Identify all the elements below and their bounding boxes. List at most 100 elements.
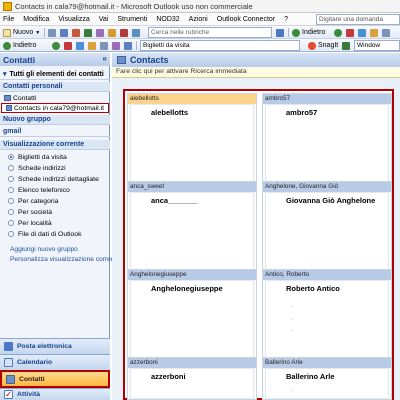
card-name: Roberto Antico xyxy=(286,284,340,293)
help-icon[interactable] xyxy=(276,29,284,37)
address-book-icon[interactable] xyxy=(132,29,140,37)
nav-button-mail[interactable]: Posta elettronica xyxy=(0,338,110,354)
mail-icon[interactable] xyxy=(96,29,104,37)
card-header[interactable]: Antico, Roberto xyxy=(263,270,391,280)
snagit-button[interactable]: SnagIt xyxy=(308,40,338,51)
view-option-by-category[interactable]: Per categoria xyxy=(8,196,58,206)
forward-arrow-icon[interactable] xyxy=(334,29,342,37)
instant-search-bar[interactable]: Fare clic qui per attivare Ricerca immed… xyxy=(112,67,400,78)
card-header[interactable]: azzerboni xyxy=(128,358,256,368)
toolbar-separator xyxy=(136,41,137,50)
card-header[interactable]: Anghelonegiuseppe xyxy=(128,270,256,280)
nav-pane-header: Contatti « xyxy=(0,53,110,66)
section-personal-contacts[interactable]: Contatti personali xyxy=(0,82,110,92)
view-option-by-location[interactable]: Per località xyxy=(8,218,52,228)
back-button[interactable]: Indietro xyxy=(3,40,36,51)
customize-view-link[interactable]: Personalizza visualizzazione corrente xyxy=(10,256,120,263)
refresh-icon[interactable] xyxy=(76,42,84,50)
follow-up-icon[interactable] xyxy=(120,29,128,37)
add-new-group-link[interactable]: Aggiungi nuovo gruppo xyxy=(10,246,78,253)
new-group-item[interactable]: Nuovo gruppo xyxy=(0,115,110,125)
move-icon[interactable] xyxy=(60,29,68,37)
nav-button-calendar[interactable]: Calendario xyxy=(0,354,110,370)
delete-icon[interactable] xyxy=(72,29,80,37)
card-name: Anghelonegiuseppe xyxy=(151,284,223,293)
refresh-icon[interactable] xyxy=(358,29,366,37)
view-option-outlook-data-files[interactable]: File di dati di Outlook xyxy=(8,229,81,239)
view-option-business-cards[interactable]: Biglietti da visita xyxy=(8,152,67,162)
menu-modifica[interactable]: Modifica xyxy=(23,16,49,23)
menu-file[interactable]: File xyxy=(3,16,14,23)
menu-bar: File Modifica Visualizza Vai Strumenti N… xyxy=(0,13,400,26)
web-toolbar: Indietro Biglietti da visita SnagIt Wind… xyxy=(0,39,400,52)
view-option-address-cards[interactable]: Schede indirizzi xyxy=(8,163,66,173)
card-header[interactable]: ambro57 xyxy=(263,94,391,104)
help-search-input[interactable]: Digitare una domanda xyxy=(316,14,400,25)
gmail-group[interactable]: gmail xyxy=(0,127,110,137)
card-header[interactable]: alebellotts xyxy=(128,94,256,104)
capture-icon[interactable] xyxy=(342,42,350,50)
stop-icon[interactable] xyxy=(346,29,354,37)
folder-contacts-hotmail[interactable]: Contacts in cala79@hotmail.it xyxy=(1,103,109,113)
folder-contatti[interactable]: Contatti xyxy=(0,93,110,103)
view-option-phone-list[interactable]: Elenco telefonico xyxy=(8,185,70,195)
history-icon[interactable] xyxy=(124,42,132,50)
standard-toolbar: Nuovo ▼ Cerca nelle rubriche Indietro xyxy=(0,26,400,39)
view-option-detailed-address-cards[interactable]: Schede indirizzi dettagliate xyxy=(8,174,99,184)
contact-card[interactable]: Anghelone, Giovanna Giò Giovanna Giò Ang… xyxy=(262,181,392,278)
menu-visualizza[interactable]: Visualizza xyxy=(58,16,89,23)
menu-outlook-connector[interactable]: Outlook Connector xyxy=(217,16,275,23)
menu-help[interactable]: ? xyxy=(284,16,288,23)
menu-azioni[interactable]: Azioni xyxy=(189,16,208,23)
card-name: anca_______ xyxy=(151,196,198,205)
nav-button-contacts[interactable]: Contatti xyxy=(0,370,110,388)
categorize-icon[interactable] xyxy=(108,29,116,37)
card-body: azzerboni xyxy=(130,368,254,399)
contacts-folder-icon xyxy=(117,56,126,64)
snagit-mode-combo[interactable]: Window xyxy=(354,40,400,51)
view-option-label: Elenco telefonico xyxy=(18,186,70,194)
cards-frame: alebellotts alebellotts ambro57 ambro57 … xyxy=(123,89,394,400)
nav-button-tasks[interactable]: ✓ Attività xyxy=(0,388,110,400)
menu-vai[interactable]: Vai xyxy=(99,16,109,23)
card-detail-dot: . xyxy=(291,316,293,322)
contact-card[interactable]: Anghelonegiuseppe Anghelonegiuseppe xyxy=(127,269,257,366)
contact-card[interactable]: anca_sweet anca_______ xyxy=(127,181,257,278)
nav-button-label: Calendario xyxy=(17,359,53,366)
contact-card[interactable]: alebellotts alebellotts xyxy=(127,93,257,190)
actions-icon[interactable] xyxy=(84,29,92,37)
address-search-combo[interactable]: Cerca nelle rubriche xyxy=(148,27,272,38)
search-icon[interactable] xyxy=(100,42,108,50)
current-view-combo[interactable]: Biglietti da visita xyxy=(140,40,300,51)
new-button[interactable]: Nuovo ▼ xyxy=(3,27,40,38)
radio-icon xyxy=(8,220,14,226)
view-option-by-company[interactable]: Per società xyxy=(8,207,52,217)
menu-strumenti[interactable]: Strumenti xyxy=(117,16,147,23)
card-header[interactable]: anca_sweet xyxy=(128,182,256,192)
back-button-top[interactable]: Indietro xyxy=(292,27,325,38)
view-option-label: Schede indirizzi dettagliate xyxy=(18,175,99,183)
toolbar-separator xyxy=(44,28,45,37)
home-icon[interactable] xyxy=(88,42,96,50)
contact-card[interactable]: Antico, Roberto Roberto Antico . . . xyxy=(262,269,392,366)
card-header[interactable]: Ballerino Arle xyxy=(263,358,391,368)
collapse-pane-button[interactable]: « xyxy=(103,54,107,63)
contact-card[interactable]: azzerboni azzerboni xyxy=(127,357,257,400)
back-arrow-icon xyxy=(292,28,300,37)
card-body: Giovanna Giò Anghelone xyxy=(265,192,389,274)
menu-nod32[interactable]: NOD32 xyxy=(156,16,179,23)
print-icon[interactable] xyxy=(48,29,56,37)
contact-card[interactable]: ambro57 ambro57 xyxy=(262,93,392,190)
mail-icon xyxy=(4,342,13,351)
chevron-down-icon: ▾ xyxy=(3,71,7,78)
contact-card[interactable]: Ballerino Arle Ballerino Arle . xyxy=(262,357,392,400)
outlook-icon xyxy=(3,1,12,11)
web-address-icon[interactable] xyxy=(382,29,390,37)
card-header[interactable]: Anghelone, Giovanna Giò xyxy=(263,182,391,192)
favorites-icon[interactable] xyxy=(112,42,120,50)
stop-icon[interactable] xyxy=(64,42,72,50)
home-icon[interactable] xyxy=(370,29,378,37)
forward-arrow-icon[interactable] xyxy=(52,42,60,50)
card-name: ambro57 xyxy=(286,108,318,117)
all-contact-items-dropdown[interactable]: ▾ Tutti gli elementi dei contatti xyxy=(0,68,110,80)
